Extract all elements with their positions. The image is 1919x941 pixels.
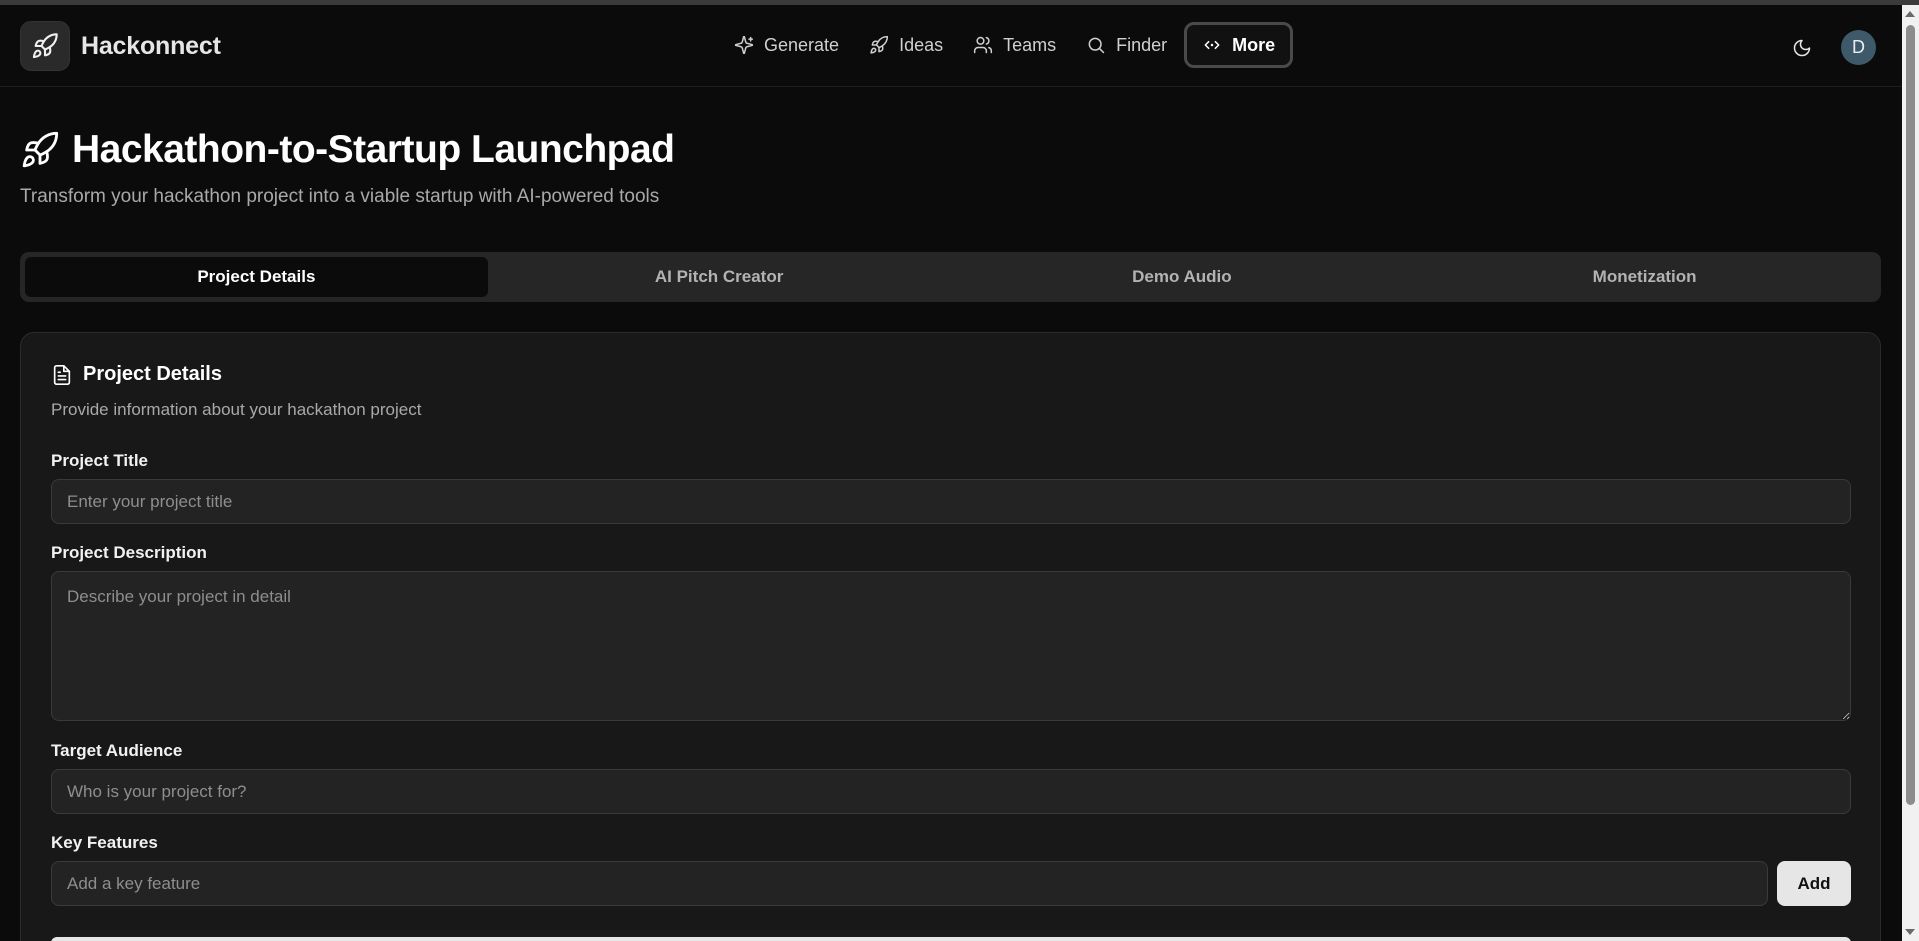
key-features-label: Key Features	[51, 833, 158, 852]
nav-label: Finder	[1116, 34, 1168, 55]
search-icon	[1088, 37, 1105, 54]
next-section-edge	[51, 937, 1851, 941]
target-audience-label: Target Audience	[51, 741, 183, 760]
users-icon	[974, 36, 993, 54]
key-feature-input[interactable]	[51, 861, 1768, 906]
project-title-label: Project Title	[51, 451, 148, 470]
avatar[interactable]: D	[1841, 30, 1876, 65]
rocket-icon	[20, 21, 70, 71]
add-feature-button[interactable]: Add	[1777, 861, 1851, 906]
nav-label: Ideas	[899, 34, 944, 55]
page-scrollbar[interactable]	[1902, 5, 1919, 941]
launchpad-tabs: Project Details AI Pitch Creator Demo Au…	[20, 252, 1881, 302]
tab-demo-audio[interactable]: Demo Audio	[951, 257, 1414, 297]
page-title: Hackathon-to-Startup Launchpad	[72, 128, 675, 171]
sparkles-icon	[734, 35, 754, 55]
rocket-icon	[22, 131, 59, 168]
brand[interactable]: Hackonnect	[20, 21, 221, 71]
nav-item-ideas[interactable]: Ideas	[854, 22, 958, 68]
project-title-input[interactable]	[51, 479, 1851, 524]
nav-label: Teams	[1003, 34, 1057, 55]
nav-label: Generate	[764, 34, 840, 55]
card-title: Project Details	[83, 363, 222, 385]
scroll-thumb[interactable]	[1906, 25, 1915, 805]
file-text-icon	[53, 364, 71, 385]
card-description: Provide information about your hackathon…	[51, 400, 422, 419]
theme-toggle-button[interactable]	[1787, 33, 1817, 63]
tab-project-details[interactable]: Project Details	[25, 257, 488, 297]
project-details-card: Project Details Provide information abou…	[20, 332, 1881, 941]
nav-item-teams[interactable]: Teams	[958, 22, 1071, 68]
scroll-up-arrow[interactable]	[1905, 11, 1915, 17]
nav-item-finder[interactable]: Finder	[1071, 22, 1182, 68]
moon-icon	[1793, 39, 1811, 57]
nav-label: More	[1232, 34, 1276, 55]
project-description-label: Project Description	[51, 543, 207, 562]
tab-ai-pitch-creator[interactable]: AI Pitch Creator	[488, 257, 951, 297]
scroll-down-arrow[interactable]	[1905, 929, 1915, 935]
brand-name: Hackonnect	[81, 31, 221, 60]
card-header: Project Details	[51, 363, 222, 386]
page-title-row: Hackathon-to-Startup Launchpad	[20, 128, 675, 172]
nav-item-more[interactable]: More	[1184, 22, 1294, 68]
target-audience-input[interactable]	[51, 769, 1851, 814]
main-nav: Generate Ideas Teams Finder More	[719, 22, 1294, 68]
top-navbar: Hackonnect Generate Ideas Teams Finder M…	[0, 5, 1902, 87]
page-subtitle: Transform your hackathon project into a …	[20, 186, 660, 207]
rocket-icon	[870, 35, 889, 54]
tab-monetization[interactable]: Monetization	[1413, 257, 1876, 297]
code-icon	[1204, 40, 1220, 50]
project-description-textarea[interactable]	[51, 571, 1851, 721]
nav-item-generate[interactable]: Generate	[719, 22, 854, 68]
